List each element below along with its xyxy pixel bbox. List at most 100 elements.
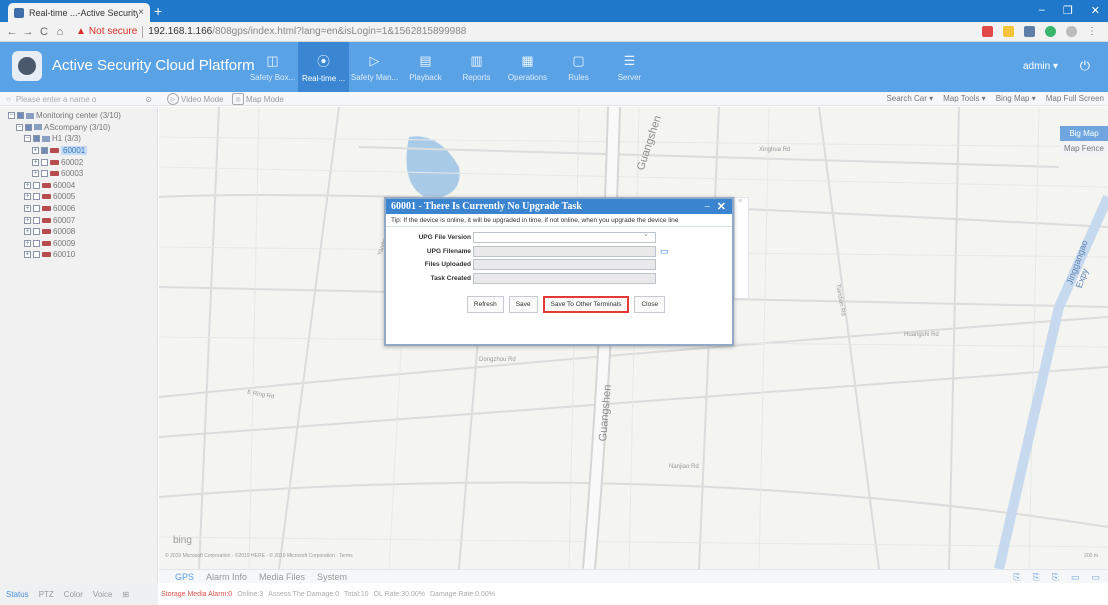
upg-filename-field[interactable]	[473, 245, 656, 257]
menu-item[interactable]: ▦ Operations	[502, 42, 553, 92]
panel-icon[interactable]: ⎘	[1052, 572, 1059, 583]
profile-icon[interactable]	[1066, 26, 1077, 37]
minimize-window-button[interactable]: –	[1039, 4, 1045, 17]
tree-checkbox[interactable]	[41, 170, 48, 178]
expand-toggle-icon[interactable]: −	[16, 123, 23, 131]
expand-toggle-icon[interactable]: +	[32, 170, 39, 178]
tree-checkbox[interactable]	[33, 205, 40, 213]
expand-toggle-icon[interactable]: +	[32, 147, 39, 155]
minimize-icon[interactable]: –	[705, 201, 710, 212]
url-host[interactable]: 192.168.1.166	[148, 26, 212, 37]
menu-item[interactable]: ▤ Playback	[400, 42, 451, 92]
tree-node[interactable]: − AScompany (3/10)	[0, 122, 157, 134]
reload-icon[interactable]: C	[36, 26, 52, 38]
menu-icon[interactable]: ⋮	[1087, 26, 1098, 37]
tree-checkbox[interactable]	[33, 239, 40, 247]
tree-checkbox[interactable]	[33, 193, 40, 201]
extension-icon[interactable]	[982, 26, 993, 37]
refresh-button[interactable]: Refresh	[466, 296, 504, 313]
tab-map-fence[interactable]: Map Fence	[1060, 141, 1108, 156]
save-button[interactable]: Save	[508, 296, 538, 313]
panel-icon[interactable]: ▭	[1071, 572, 1080, 583]
star-icon[interactable]	[1003, 26, 1014, 37]
tree-node[interactable]: +60002	[0, 156, 157, 168]
tree-checkbox[interactable]	[41, 147, 48, 155]
new-tab-button[interactable]: +	[154, 3, 162, 19]
home-icon[interactable]: ⌂	[52, 26, 68, 38]
menu-item[interactable]: ⦿ Real-time ...	[298, 42, 349, 92]
bing-map-select[interactable]: Bing Map ▾	[996, 94, 1036, 103]
full-screen-button[interactable]: Map Full Screen	[1046, 94, 1104, 103]
extension-icon[interactable]	[1045, 26, 1056, 37]
expand-toggle-icon[interactable]: +	[24, 251, 31, 259]
close-button[interactable]: Close	[634, 296, 666, 313]
tab-big-map[interactable]: Big Map	[1060, 126, 1108, 141]
expand-toggle-icon[interactable]: +	[24, 193, 31, 201]
close-icon[interactable]: ✕	[717, 200, 726, 213]
tree-node[interactable]: +60003	[0, 168, 157, 180]
upg-file-version-select[interactable]	[473, 230, 656, 244]
left-tab[interactable]: PTZ	[39, 590, 54, 599]
menu-item[interactable]: ▥ Reports	[451, 42, 502, 92]
expand-toggle-icon[interactable]: +	[24, 205, 31, 213]
back-arrow-icon[interactable]: ←	[4, 26, 20, 38]
menu-item[interactable]: ▢ Rules	[553, 42, 604, 92]
browser-tab[interactable]: Real-time ...-Active Security Cl ×	[8, 3, 150, 22]
panel-icon[interactable]: ⎘	[1013, 572, 1020, 583]
menu-item[interactable]: ▷ Safety Man...	[349, 42, 400, 92]
tree-checkbox[interactable]	[33, 228, 40, 236]
tree-checkbox[interactable]	[33, 251, 40, 259]
expand-toggle-icon[interactable]: +	[24, 239, 31, 247]
video-mode-button[interactable]: ▷ Video Mode	[167, 92, 224, 106]
expand-toggle-icon[interactable]: −	[24, 135, 31, 143]
maximize-window-button[interactable]: ❐	[1063, 4, 1073, 17]
forward-arrow-icon[interactable]: →	[20, 26, 36, 38]
bottom-tab[interactable]: GPS	[175, 572, 194, 582]
search-input[interactable]: ○ Please enter a name o ⊙	[6, 93, 152, 105]
tree-node[interactable]: +60001	[0, 145, 157, 157]
bottom-tab[interactable]: System	[317, 572, 347, 582]
save-to-other-terminals-button[interactable]: Save To Other Terminals	[542, 296, 630, 313]
panel-icon[interactable]: ⎘	[1033, 572, 1040, 583]
tree-node[interactable]: +60009	[0, 238, 157, 250]
tree-checkbox[interactable]	[17, 112, 24, 120]
settings-icon[interactable]: ⊙	[145, 95, 152, 104]
monitor-icon[interactable]: ▭	[660, 246, 669, 257]
tree-node[interactable]: +60006	[0, 203, 157, 215]
not-secure-label[interactable]: Not secure	[89, 26, 137, 37]
expand-toggle-icon[interactable]: +	[24, 181, 31, 189]
power-icon[interactable]: ⏻	[1080, 58, 1090, 74]
tree-node[interactable]: +60004	[0, 180, 157, 192]
tree-node[interactable]: − H1 (3/3)	[0, 133, 157, 145]
tree-node[interactable]: − Monitoring center (3/10)	[0, 110, 157, 122]
user-menu[interactable]: admin ▾	[1023, 61, 1058, 72]
menu-item[interactable]: ☰ Server	[604, 42, 655, 92]
left-tab[interactable]: ⊞	[123, 590, 130, 599]
tree-node[interactable]: +60008	[0, 226, 157, 238]
bottom-tab[interactable]: Alarm Info	[206, 572, 247, 582]
tree-node[interactable]: +60007	[0, 214, 157, 226]
tree-node[interactable]: +60005	[0, 191, 157, 203]
tree-checkbox[interactable]	[41, 158, 48, 166]
left-tab[interactable]: Color	[64, 590, 83, 599]
url-path[interactable]: /808gps/index.html?lang=en&isLogin=1&156…	[212, 26, 466, 37]
bottom-tab[interactable]: Media Files	[259, 572, 305, 582]
expand-toggle-icon[interactable]: +	[32, 158, 39, 166]
map-mode-button[interactable]: ◎ Map Mode	[232, 92, 284, 106]
tree-checkbox[interactable]	[25, 123, 32, 131]
menu-item[interactable]: ◫ Safety Box...	[247, 42, 298, 92]
tab-close-icon[interactable]: ×	[138, 7, 144, 18]
left-tab[interactable]: Status	[6, 590, 29, 599]
tree-checkbox[interactable]	[33, 216, 40, 224]
tree-checkbox[interactable]	[33, 135, 40, 143]
expand-toggle-icon[interactable]: +	[24, 228, 31, 236]
tree-checkbox[interactable]	[33, 181, 40, 189]
left-tab[interactable]: Voice	[93, 590, 113, 599]
search-car-button[interactable]: Search Car ▾	[886, 94, 933, 103]
map-tools-button[interactable]: Map Tools ▾	[943, 94, 986, 103]
close-window-button[interactable]: ✕	[1091, 4, 1100, 17]
expand-toggle-icon[interactable]: −	[8, 112, 15, 120]
tree-node[interactable]: +60010	[0, 249, 157, 261]
storage-alarm[interactable]: Storage Media Alarm:0	[161, 591, 232, 598]
expand-toggle-icon[interactable]: +	[24, 216, 31, 224]
